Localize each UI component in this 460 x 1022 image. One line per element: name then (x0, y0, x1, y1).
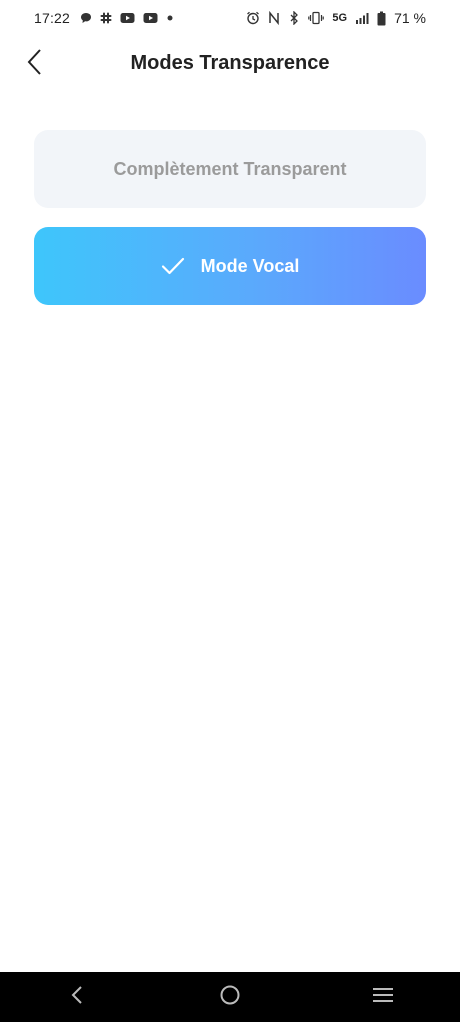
navigation-bar (0, 972, 460, 1022)
option-vocal-mode[interactable]: Mode Vocal (34, 227, 426, 305)
nfc-icon (268, 11, 280, 25)
status-time: 17:22 (34, 10, 71, 26)
nav-back-button[interactable] (47, 972, 107, 1022)
status-bar: 17:22 5G 71 % (0, 0, 460, 36)
bluetooth-icon (288, 11, 300, 25)
status-right: 5G 71 % (246, 10, 426, 26)
chat-bubble-icon (80, 12, 92, 24)
nav-home-button[interactable] (200, 972, 260, 1022)
header: Modes Transparence (0, 40, 460, 88)
nav-home-icon (219, 984, 241, 1011)
option-fully-transparent[interactable]: Complètement Transparent (34, 130, 426, 208)
vibrate-icon (308, 11, 325, 25)
nav-recents-button[interactable] (353, 972, 413, 1022)
dot-icon (166, 14, 174, 22)
youtube-icon (120, 12, 135, 24)
option-label: Mode Vocal (200, 255, 300, 276)
alarm-icon (246, 11, 260, 25)
signal-icon (355, 12, 369, 25)
battery-icon (377, 11, 386, 26)
status-left: 17:22 (34, 10, 174, 26)
battery-percent: 71 % (394, 10, 426, 26)
nav-recents-icon (372, 986, 394, 1009)
page-title: Modes Transparence (130, 52, 330, 74)
youtube-icon (143, 12, 158, 24)
screen: 17:22 5G 71 % Modes Transparence Complèt… (0, 0, 460, 1022)
network-label: 5G (332, 12, 348, 24)
slack-icon (100, 12, 112, 24)
nav-back-icon (70, 985, 84, 1010)
check-icon (161, 257, 185, 275)
option-label: Complètement Transparent (113, 158, 347, 179)
